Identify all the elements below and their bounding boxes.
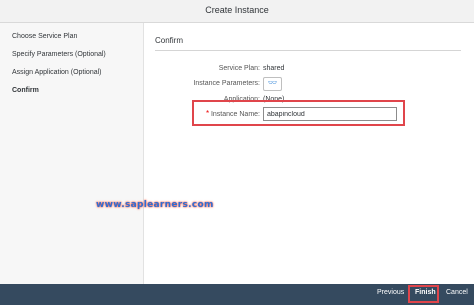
step-confirm[interactable]: Confirm <box>12 87 39 94</box>
wizard-steps-sidebar: Choose Service Plan Specify Parameters (… <box>0 23 144 284</box>
step-assign-application[interactable]: Assign Application (Optional) <box>12 69 102 76</box>
watermark-text: www.saplearners.com <box>96 200 214 210</box>
previous-button[interactable]: Previous <box>377 289 404 296</box>
cancel-button[interactable]: Cancel <box>446 289 468 296</box>
instance-parameters-label: Instance Parameters: <box>193 80 260 87</box>
section-title: Confirm <box>155 36 184 45</box>
instance-name-input[interactable] <box>263 107 397 121</box>
section-divider <box>155 50 461 51</box>
service-plan-value: shared <box>263 65 285 72</box>
service-plan-label: Service Plan: <box>218 65 260 72</box>
finish-button[interactable]: Finish <box>415 289 436 296</box>
footer-bar: Previous Finish Cancel <box>0 284 474 305</box>
step-choose-service-plan[interactable]: Choose Service Plan <box>12 33 77 40</box>
instance-name-label: Instance Name: <box>210 111 260 118</box>
view-parameters-button[interactable]: 👓︎ <box>263 77 282 91</box>
dialog-header: ¨ Create Instance <box>0 0 474 23</box>
step-specify-parameters[interactable]: Specify Parameters (Optional) <box>12 51 106 58</box>
dialog-title: Create Instance <box>205 5 269 15</box>
confirm-panel: Confirm Service Plan: shared Instance Pa… <box>144 23 474 284</box>
glasses-icon: 👓︎ <box>268 80 277 87</box>
